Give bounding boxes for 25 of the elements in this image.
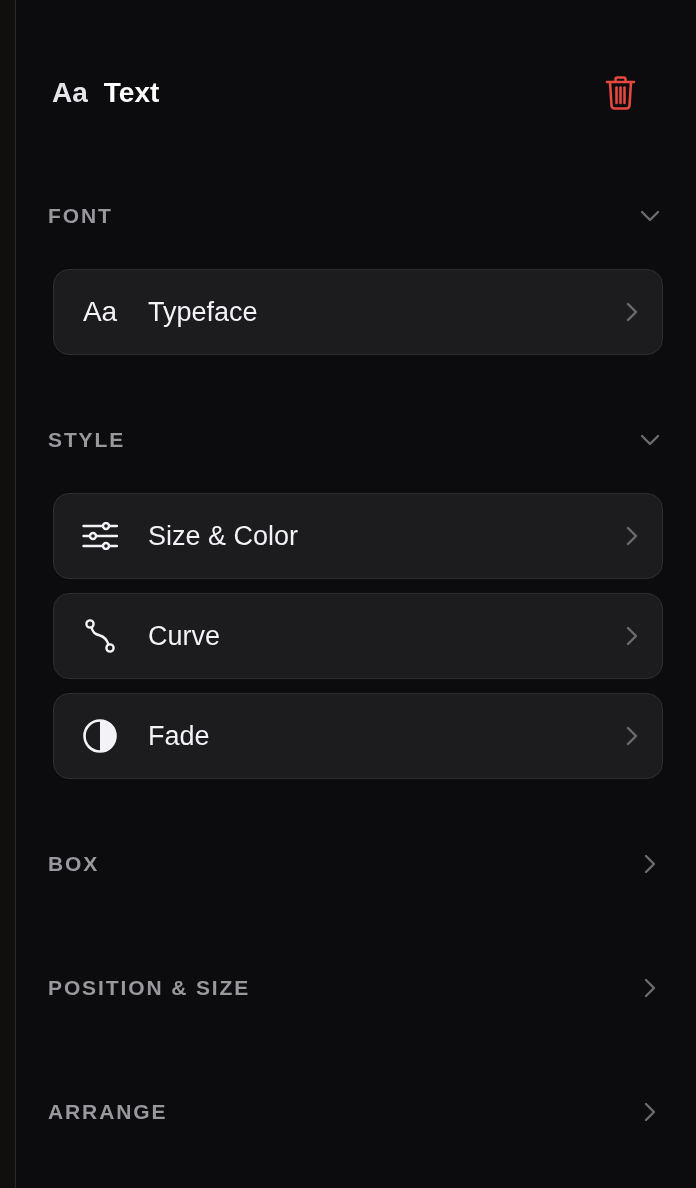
panel-title: Text [103, 79, 160, 107]
menu-row[interactable]: Fade [53, 693, 663, 779]
section-header[interactable]: STYLE [48, 420, 663, 460]
row-label: Fade [148, 719, 211, 753]
row-label: Size & Color [148, 519, 300, 553]
menu-row[interactable]: Size & Color [53, 493, 663, 579]
sliders-icon [82, 522, 118, 550]
chevron-right-icon [626, 302, 638, 322]
half-circle-icon [83, 719, 117, 753]
row-label: Curve [148, 619, 222, 653]
section-header[interactable]: FONT [48, 196, 663, 236]
curve-icon [85, 619, 115, 653]
type-glyph: Aa [52, 79, 88, 107]
trash-icon [605, 76, 636, 110]
delete-button[interactable] [605, 76, 636, 110]
font-glyph: Aa [82, 298, 118, 326]
section-header[interactable]: BOX [48, 844, 663, 884]
section-header[interactable]: ARRANGE [48, 1092, 663, 1132]
menu-row[interactable]: Aa Typeface [53, 269, 663, 355]
chevron-right-icon [626, 726, 638, 746]
section-header[interactable]: POSITION & SIZE [48, 968, 663, 1008]
row-label: Typeface [148, 295, 259, 329]
menu-row[interactable]: Curve [53, 593, 663, 679]
chevron-right-icon [626, 526, 638, 546]
chevron-right-icon [626, 626, 638, 646]
